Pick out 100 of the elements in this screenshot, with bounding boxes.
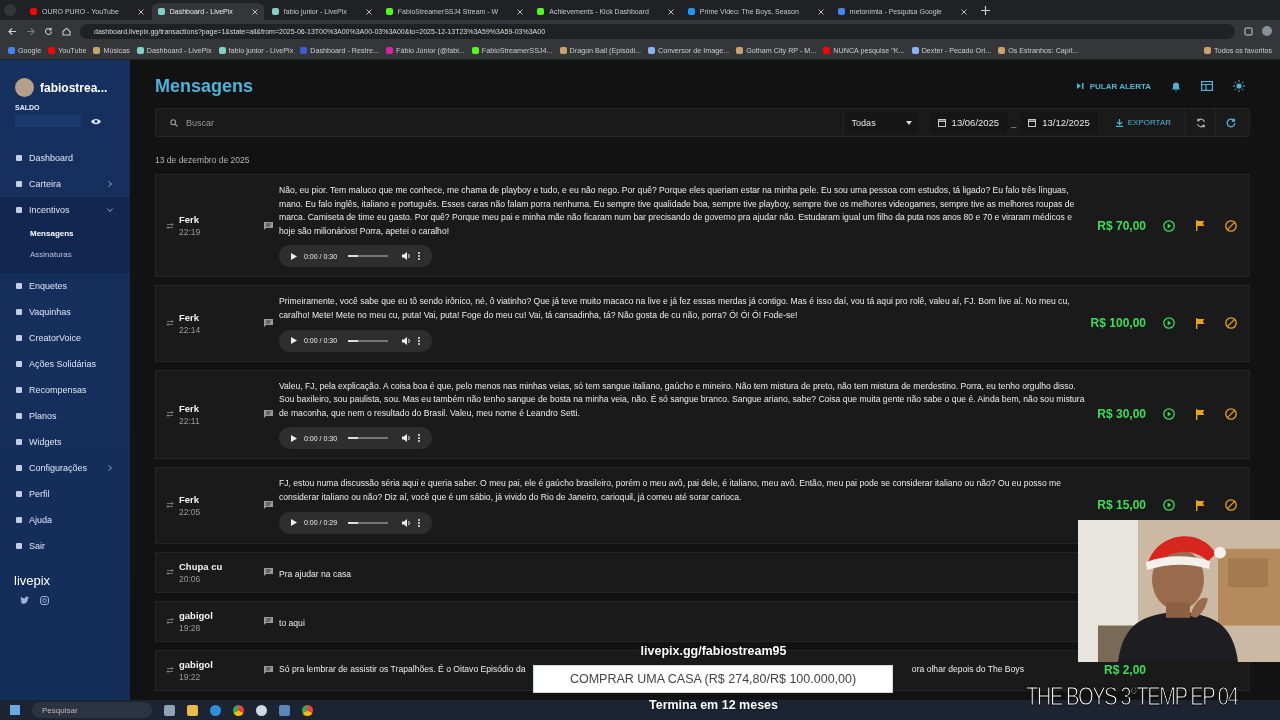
close-icon[interactable] [251, 8, 258, 15]
square-icon [16, 309, 22, 315]
home-icon[interactable] [62, 26, 71, 36]
new-tab-icon[interactable] [981, 5, 990, 15]
block-icon[interactable] [1225, 408, 1237, 421]
layout-icon[interactable] [1201, 81, 1213, 91]
close-icon[interactable] [517, 8, 524, 15]
more-icon[interactable] [418, 518, 421, 527]
calendar-icon [937, 118, 946, 127]
search-field[interactable]: Buscar [184, 116, 488, 129]
sidebar-item[interactable]: Widgets [0, 429, 130, 455]
eye-icon[interactable] [91, 117, 101, 125]
sidebar-subitem[interactable]: Assinaturas [0, 244, 130, 265]
play-icon[interactable] [1163, 499, 1175, 512]
sync-icon [1195, 117, 1206, 128]
volume-icon[interactable] [402, 518, 412, 527]
instagram-icon[interactable] [40, 596, 49, 605]
user-name: fabiostrea... [40, 80, 108, 95]
sidebar-item[interactable]: Perfil [0, 481, 130, 507]
square-icon [16, 387, 22, 393]
message-text: ora olhar depois do The Boys [911, 663, 1024, 677]
sidebar-item[interactable]: Sair [0, 533, 130, 559]
transfer-icon [166, 320, 174, 327]
bell-icon[interactable] [1171, 80, 1181, 92]
amount: R$ 2,00 [1103, 663, 1146, 678]
sidebar-item[interactable]: Enquetes [0, 273, 130, 299]
square-icon [16, 491, 22, 497]
play-icon[interactable] [291, 337, 297, 345]
block-icon[interactable] [1225, 317, 1237, 330]
sender-name: gabigol [179, 658, 214, 670]
play-icon[interactable] [291, 252, 297, 260]
flag-icon[interactable] [1195, 408, 1205, 420]
play-icon[interactable] [291, 519, 297, 527]
close-icon[interactable] [137, 8, 144, 15]
extensions-icon[interactable] [1244, 26, 1253, 36]
date-heading: 13 de dezembro de 2025 [155, 155, 251, 165]
sender-name: Ferk [179, 493, 201, 505]
seek-slider[interactable] [348, 521, 389, 524]
message-time: 22:19 [179, 227, 202, 238]
play-icon[interactable] [1163, 408, 1175, 421]
transfer-icon [166, 502, 174, 509]
transfer-icon [166, 667, 174, 674]
transfer-icon [166, 222, 174, 229]
close-icon[interactable] [365, 8, 372, 15]
play-icon[interactable] [291, 434, 297, 442]
block-icon[interactable] [1225, 499, 1237, 512]
skip-alert-button[interactable]: PULAR ALERTA [1076, 81, 1151, 91]
search-icon [170, 118, 178, 127]
avatar-icon[interactable] [1262, 26, 1272, 36]
sun-icon[interactable] [1233, 80, 1245, 92]
message-icon [264, 666, 273, 675]
sidebar-item[interactable]: Ajuda [0, 507, 130, 533]
sidebar-subitem[interactable]: Mensagens [0, 223, 130, 244]
forward-icon[interactable] [26, 26, 35, 36]
volume-icon[interactable] [402, 336, 412, 345]
volume-icon[interactable] [402, 252, 412, 261]
caret-icon [905, 120, 912, 125]
volume-icon[interactable] [402, 434, 412, 443]
sender-name: Ferk [179, 311, 201, 323]
taskbar-search-field[interactable]: Pesquisar [32, 702, 152, 718]
sidebar-item[interactable]: Planos [0, 403, 130, 429]
more-icon[interactable] [418, 336, 421, 345]
sender-name: Ferk [179, 402, 201, 414]
export-button[interactable]: EXPORTAR [1097, 118, 1185, 127]
chrome-icon[interactable] [302, 704, 313, 716]
sidebar-item[interactable]: CreatorVoice [0, 325, 130, 351]
flag-icon[interactable] [1195, 317, 1205, 329]
square-icon [16, 465, 22, 471]
sidebar-item[interactable]: Recompensas [0, 377, 130, 403]
more-icon[interactable] [418, 252, 421, 261]
flag-icon[interactable] [1195, 220, 1205, 232]
bird-icon[interactable] [20, 596, 30, 605]
chrome-icon[interactable] [233, 704, 244, 716]
reload-icon[interactable] [44, 26, 53, 36]
sidebar-item[interactable]: Ações Solidárias [0, 351, 130, 377]
episode-caption: THE BOYS 3°TEMP EP 04 [1026, 683, 1238, 709]
start-date-field[interactable]: 13/06/2025 [929, 112, 1008, 133]
flag-icon[interactable] [1195, 499, 1205, 511]
sidebar-item[interactable]: Configurações [0, 455, 130, 481]
amount: R$ 15,00 [1097, 498, 1146, 513]
state-dropdown[interactable]: Todas [842, 112, 918, 133]
square-icon [16, 283, 22, 289]
sidebar-item[interactable]: Dashboard [0, 145, 130, 171]
calendar-icon [1028, 118, 1037, 127]
play-icon[interactable] [1163, 317, 1175, 330]
close-icon[interactable] [667, 8, 674, 15]
close-icon[interactable] [961, 8, 967, 15]
sender-name: Ferk [179, 214, 201, 226]
sidebar-item[interactable]: Vaquinhas [0, 299, 130, 325]
play-icon[interactable] [1163, 219, 1175, 232]
seek-slider[interactable] [348, 255, 389, 258]
block-icon[interactable] [1225, 219, 1237, 232]
close-icon[interactable] [817, 8, 824, 15]
sidebar-item[interactable]: Carteira [0, 171, 130, 197]
back-icon[interactable] [8, 26, 17, 36]
sidebar-item[interactable]: Incentivos [0, 197, 130, 223]
more-icon[interactable] [418, 434, 421, 443]
end-date-field[interactable]: 13/12/2025 [1020, 112, 1098, 133]
seek-slider[interactable] [348, 339, 389, 342]
seek-slider[interactable] [348, 437, 389, 440]
